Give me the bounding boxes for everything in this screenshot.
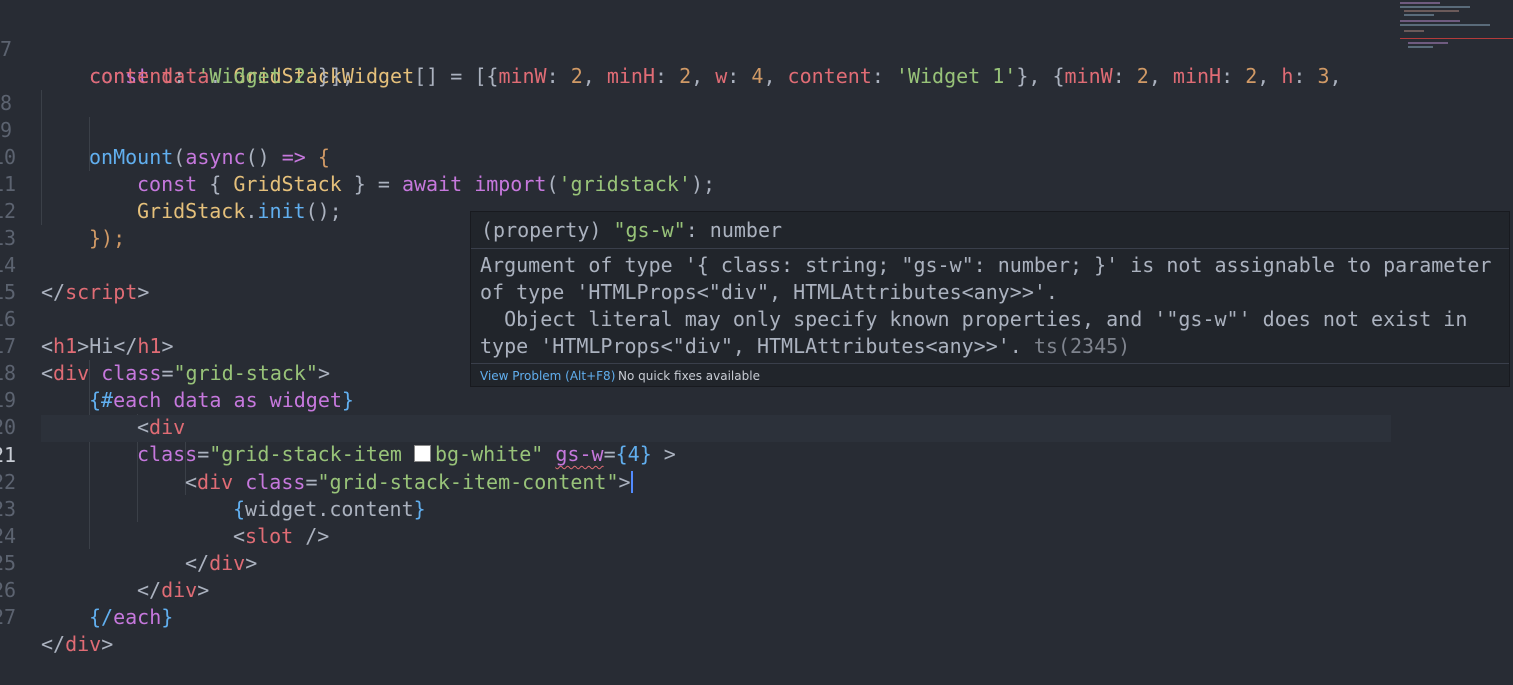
minimap[interactable] — [1398, 0, 1513, 60]
code-line: 23 <slot /> — [0, 469, 329, 548]
code-line: 26 {/each} — [0, 550, 173, 629]
code-line: content: 'Widget 2'}]; — [89, 64, 354, 88]
divider — [471, 248, 1509, 249]
no-quick-fixes-label: No quick fixes available — [618, 369, 760, 383]
error-attribute[interactable]: gs-w — [555, 442, 603, 466]
hover-tooltip: (property) "gs-w": number Argument of ty… — [470, 211, 1510, 387]
code-line: 14 </script> — [0, 225, 149, 304]
code-line: 22 {widget.content} — [0, 442, 426, 521]
code-line: 19 <div — [0, 360, 185, 439]
color-swatch[interactable] — [413, 445, 431, 462]
code-line: 16 <h1>Hi</h1> — [0, 279, 174, 358]
text-cursor — [630, 471, 633, 493]
view-problem-link[interactable]: View Problem (Alt+F8) — [480, 364, 615, 388]
line-number: 27 — [0, 605, 17, 629]
hover-signature: (property) "gs-w": number — [481, 218, 783, 242]
current-line-highlight — [41, 415, 1391, 442]
error-message: Argument of type '{ class: string; "gs-w… — [480, 253, 1492, 358]
code-line: 27 </div> — [0, 577, 113, 656]
code-line: 12 }); — [0, 171, 125, 250]
code-line: 17 <div class="grid-stack"> — [0, 306, 330, 385]
code-line: 9 onMount(async() => { — [0, 90, 330, 169]
code-line: 11 GridStack.init(); — [0, 144, 342, 223]
hover-status-bar: View Problem (Alt+F8) No quick fixes ava… — [471, 363, 1509, 388]
code-line: 24 </div> — [0, 496, 257, 575]
code-line: 25 </div> — [0, 523, 209, 602]
code-line: 15 — [0, 252, 48, 304]
code-line: 8 — [0, 63, 48, 115]
code-line: 10 const { GridStack } = await import('g… — [0, 117, 715, 196]
code-line: 13 — [0, 198, 48, 250]
code-line: 7 const data: GridStackWidget[] = [{minW… — [0, 9, 1342, 88]
code-line: 18 {#each data as widget} — [0, 333, 354, 412]
code-line: 20 class="grid-stack-item bg-white" gs-w… — [0, 387, 676, 466]
error-code: ts(2345) — [1033, 334, 1131, 358]
code-line-current: 21 <div class="grid-stack-item-content"> — [0, 415, 633, 494]
